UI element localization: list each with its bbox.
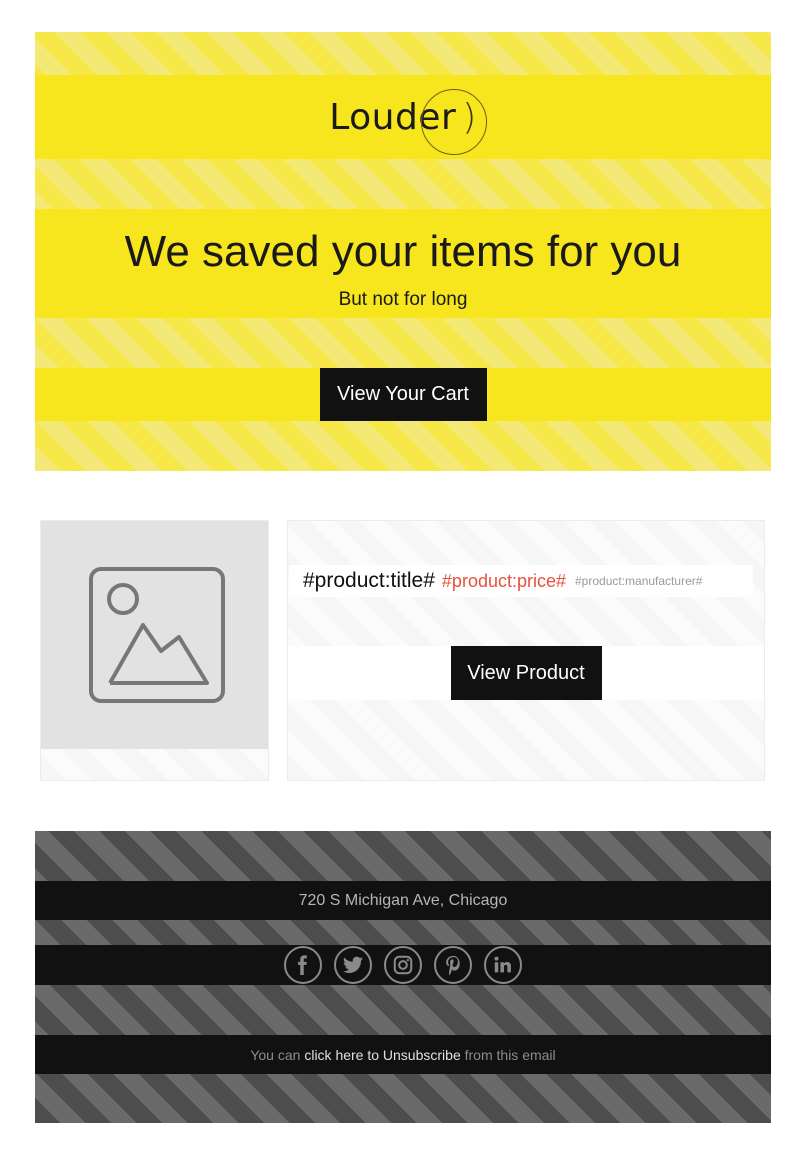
subheadline: But not for long [338, 289, 468, 310]
product-title[interactable]: #product:title# [303, 569, 435, 593]
unsubscribe-suffix: from this email [460, 1046, 556, 1063]
unsubscribe-prefix: You can [250, 1046, 305, 1063]
twitter-icon[interactable] [334, 946, 372, 984]
product-info-card: #product:title# #product:price# #product… [287, 520, 765, 781]
product-price: #product:price# [441, 570, 566, 591]
logo-band: Louder) [35, 75, 771, 159]
headline-band: We saved your items for you But not for … [35, 209, 771, 318]
linkedin-icon[interactable] [484, 946, 522, 984]
view-product-button[interactable]: View Product [450, 646, 602, 700]
unsubscribe-band: You can click here to Unsubscribe from t… [35, 1035, 771, 1074]
email-header: Louder) We saved your items for you But … [35, 32, 771, 471]
pinterest-icon[interactable] [434, 946, 472, 984]
address: 720 S Michigan Ave, Chicago [298, 891, 508, 909]
logo[interactable]: Louder) [329, 88, 488, 155]
cta-band: View Your Cart [35, 368, 771, 421]
social-links [35, 945, 771, 985]
instagram-icon[interactable] [384, 946, 422, 984]
product-manufacturer: #product:manufacturer# [575, 574, 703, 588]
product-title-row: #product:title# #product:price# #product… [289, 565, 753, 597]
logo-ring-icon [421, 88, 488, 155]
headline: We saved your items for you [124, 227, 682, 276]
facebook-icon[interactable] [284, 946, 322, 984]
view-product-band: View Product [288, 646, 764, 700]
email-footer: 720 S Michigan Ave, Chicago You can clic… [35, 831, 771, 1123]
view-cart-button[interactable]: View Your Cart [319, 368, 487, 421]
unsubscribe-link[interactable]: click here to Unsubscribe [304, 1047, 460, 1063]
product-image[interactable] [41, 521, 268, 749]
image-placeholder-icon [88, 567, 225, 703]
address-band: 720 S Michigan Ave, Chicago [35, 881, 771, 920]
image-card-footer [41, 749, 268, 780]
product-image-card [40, 520, 269, 781]
